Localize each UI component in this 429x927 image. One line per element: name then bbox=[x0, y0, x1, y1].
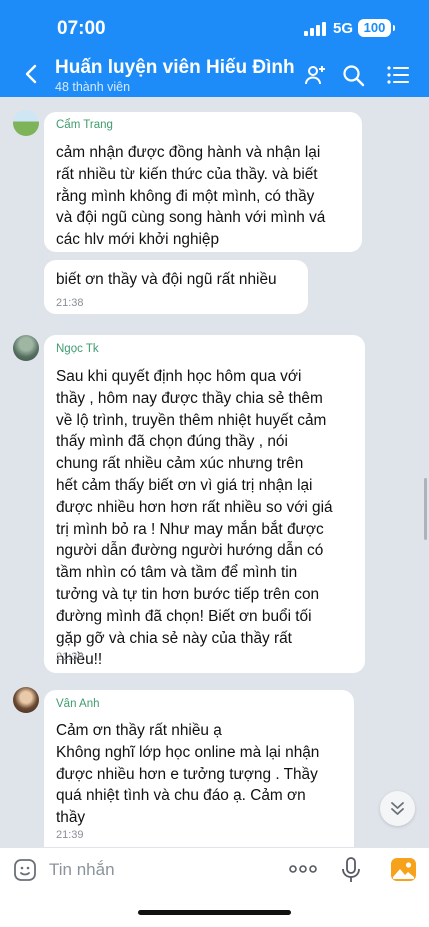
message-list[interactable]: Cẩm Trang cảm nhận được đồng hành và nhậ… bbox=[0, 97, 429, 847]
scroll-to-bottom-button[interactable] bbox=[380, 791, 415, 826]
signal-icon bbox=[304, 22, 328, 36]
status-bar: 07:00 5G 100 bbox=[0, 0, 429, 52]
message-input-bar: Tin nhắn bbox=[0, 847, 429, 927]
add-member-icon[interactable] bbox=[303, 63, 327, 87]
battery-icon: 100 bbox=[358, 19, 395, 37]
message-input[interactable]: Tin nhắn bbox=[49, 860, 115, 880]
message-text: Sau khi quyết định học hôm qua với thầy … bbox=[56, 368, 333, 669]
scrollbar[interactable] bbox=[424, 478, 427, 540]
avatar-ngoc-tk[interactable] bbox=[13, 335, 39, 361]
member-count[interactable]: 48 thành viên bbox=[55, 80, 130, 94]
message-time: 21:39 bbox=[56, 651, 84, 663]
sticker-icon[interactable] bbox=[13, 858, 37, 882]
message-time: 21:38 bbox=[56, 297, 84, 309]
message-text: cảm nhận được đồng hành và nhận lại rất … bbox=[56, 144, 326, 249]
status-time: 07:00 bbox=[57, 18, 106, 39]
sender-name: Vân Anh bbox=[56, 698, 100, 710]
message-bubble[interactable]: Vân Anh Cảm ơn thầy rất nhiều ạ Không ng… bbox=[44, 690, 354, 847]
back-arrow-icon[interactable] bbox=[20, 62, 44, 86]
chat-header: 07:00 5G 100 Huấn luyện viên Hiếu Đình 4… bbox=[0, 0, 429, 97]
message-text: Cảm ơn thầy rất nhiều ạ Không nghĩ lớp h… bbox=[56, 722, 320, 827]
message-bubble[interactable]: Cẩm Trang cảm nhận được đồng hành và nhậ… bbox=[44, 112, 362, 252]
more-options-icon[interactable] bbox=[289, 862, 317, 876]
group-title[interactable]: Huấn luyện viên Hiếu Đình bbox=[55, 57, 295, 79]
avatar-cam-trang[interactable] bbox=[13, 110, 39, 136]
menu-list-icon[interactable] bbox=[386, 63, 410, 87]
message-time: 21:39 bbox=[56, 829, 84, 841]
message-bubble[interactable]: biết ơn thầy và đội ngũ rất nhiều 21:38 bbox=[44, 260, 308, 314]
sender-name: Cẩm Trang bbox=[56, 119, 113, 131]
avatar-van-anh[interactable] bbox=[13, 687, 39, 713]
message-text: biết ơn thầy và đội ngũ rất nhiều bbox=[56, 271, 277, 288]
photo-icon[interactable] bbox=[390, 857, 417, 882]
network-label: 5G bbox=[333, 20, 354, 37]
microphone-icon[interactable] bbox=[341, 857, 361, 883]
sender-name: Ngọc Tk bbox=[56, 343, 99, 355]
double-chevron-down-icon bbox=[391, 802, 404, 815]
message-bubble[interactable]: Ngọc Tk Sau khi quyết định học hôm qua v… bbox=[44, 335, 365, 673]
search-icon[interactable] bbox=[341, 63, 365, 87]
home-indicator bbox=[138, 910, 291, 915]
